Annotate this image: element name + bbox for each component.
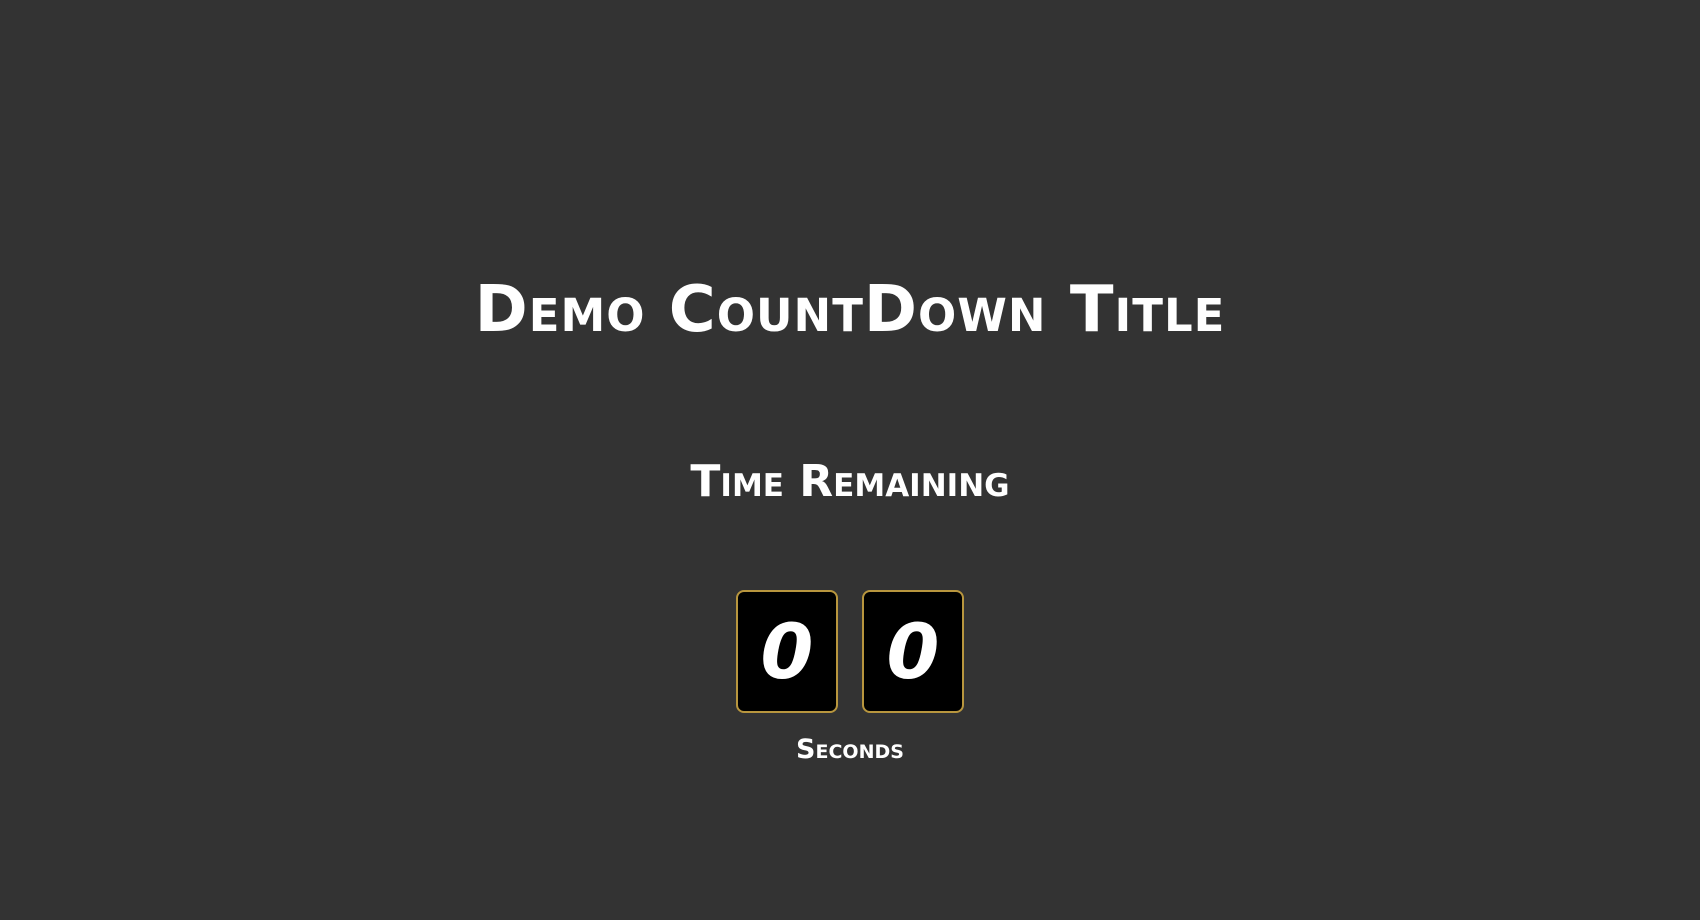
seconds-label: Seconds bbox=[796, 734, 904, 765]
page-title: Demo CountDown Title bbox=[474, 273, 1226, 347]
time-remaining-heading: Time Remaining bbox=[690, 456, 1010, 507]
seconds-tens-digit: 0 bbox=[736, 590, 838, 713]
seconds-digits: 0 0 bbox=[736, 590, 964, 713]
seconds-ones-digit: 0 bbox=[862, 590, 964, 713]
countdown-timer: 0 0 Seconds bbox=[0, 590, 1700, 767]
